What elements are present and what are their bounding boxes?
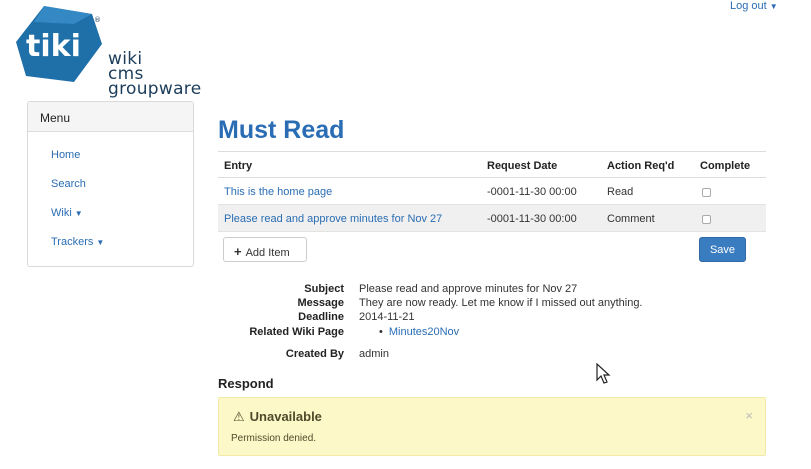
related-page-item: • Minutes20Nov [359, 326, 459, 338]
menu-title: Menu [28, 102, 193, 132]
message-label: Message [297, 297, 344, 309]
logo-line-groupware: groupware [108, 79, 202, 99]
menu-item-label: Home [51, 149, 81, 161]
column-header-request-date: Request Date [487, 160, 558, 172]
complete-checkbox[interactable] [702, 215, 711, 224]
related-page-link[interactable]: Minutes20Nov [389, 326, 459, 338]
plus-icon: + [234, 244, 242, 259]
chevron-down-icon: ▼ [74, 209, 83, 218]
entry-link[interactable]: Please read and approve minutes for Nov … [224, 213, 442, 225]
menu-item-trackers[interactable]: Trackers ▼ [51, 236, 104, 248]
logo-wordmark: wiki cms groupware [108, 51, 202, 99]
created-by-label: Created By [285, 348, 344, 360]
request-date: -0001-11-30 00:00 [487, 213, 577, 225]
menu-item-home[interactable]: Home [51, 149, 80, 161]
svg-text:tiki: tiki [26, 29, 81, 64]
column-header-complete: Complete [700, 160, 751, 172]
message-value: They are now ready. Let me know if I mis… [359, 297, 643, 309]
complete-checkbox[interactable] [702, 188, 711, 197]
add-item-button[interactable]: + Add Item [223, 237, 307, 262]
mouse-cursor-icon [596, 363, 611, 384]
table-row: Please read and approve minutes for Nov … [218, 205, 766, 232]
alert-title-text: Unavailable [249, 409, 322, 424]
page-title: Must Read [218, 116, 345, 144]
deadline-label: Deadline [298, 311, 344, 323]
table-row: This is the home page -0001-11-30 00:00 … [218, 178, 766, 205]
alert-message: Permission denied. [231, 433, 317, 444]
svg-text:®: ® [94, 16, 101, 24]
menu-item-search[interactable]: Search [51, 178, 86, 190]
save-button[interactable]: Save [699, 237, 746, 262]
close-icon[interactable]: × [745, 408, 753, 423]
menu-item-label: Wiki [51, 207, 72, 219]
request-date: -0001-11-30 00:00 [487, 186, 577, 198]
logout-label: Log out [730, 0, 767, 12]
menu-item-label: Trackers [51, 236, 94, 248]
chevron-down-icon: ▼ [96, 238, 105, 247]
respond-heading: Respond [218, 376, 274, 391]
menu-item-wiki[interactable]: Wiki ▼ [51, 207, 83, 219]
subject-label: Subject [304, 283, 344, 295]
chevron-down-icon: ▼ [769, 2, 778, 11]
warning-icon: ⚠ [233, 409, 245, 424]
subject-value: Please read and approve minutes for Nov … [359, 283, 578, 295]
column-header-action: Action Req'd [607, 160, 675, 172]
alert-title: ⚠ Unavailable [233, 409, 322, 425]
site-logo[interactable]: tiki ® wiki cms groupware [14, 4, 214, 100]
created-by-value: admin [359, 348, 389, 360]
add-item-label: Add Item [245, 247, 290, 259]
logout-link[interactable]: Log out ▼ [730, 0, 778, 12]
menu-item-label: Search [51, 178, 86, 190]
bullet-icon: • [379, 326, 383, 338]
action-required: Read [607, 186, 634, 198]
side-menu: Menu Home Search Wiki ▼ Trackers ▼ [27, 101, 194, 267]
must-read-table: Entry Request Date Action Req'd Complete… [218, 151, 766, 232]
tiki-badge-icon: tiki ® [16, 6, 102, 82]
column-header-entry: Entry [224, 160, 253, 172]
related-page-label: Related Wiki Page [249, 326, 344, 338]
deadline-value: 2014-11-21 [359, 311, 415, 323]
table-header: Entry Request Date Action Req'd Complete [218, 151, 766, 178]
warning-alert: ⚠ Unavailable Permission denied. × [218, 397, 766, 456]
entry-link[interactable]: This is the home page [224, 186, 332, 198]
action-required: Comment [607, 213, 655, 225]
